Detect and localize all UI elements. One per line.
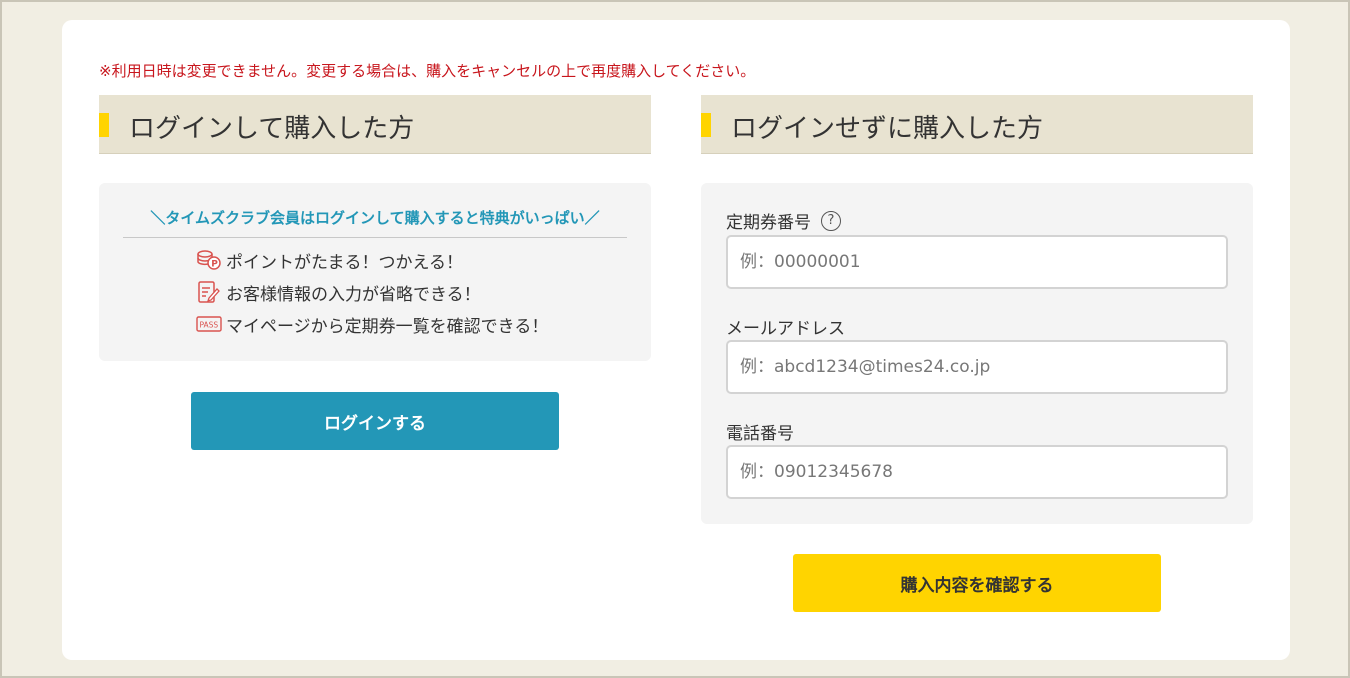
benefit-label: ポイントがたまる！つかえる！: [226, 252, 463, 273]
guest-purchase-heading: ログインせずに購入した方: [701, 95, 1253, 154]
pass-number-label-text: 定期券番号: [726, 213, 811, 233]
svg-text:PASS: PASS: [200, 321, 219, 330]
pass-icon: PASS: [196, 313, 222, 335]
benefit-item-points: P ポイントがたまる！つかえる！: [196, 248, 463, 273]
heading-accent-bar: [99, 113, 109, 137]
confirm-purchase-button[interactable]: 購入内容を確認する: [793, 554, 1161, 612]
form-edit-icon: [196, 281, 222, 303]
notice-text: ※利用日時は変更できません。変更する場合は、購入をキャンセルの上で再度購入してく…: [99, 62, 756, 80]
benefit-item-form: お客様情報の入力が省略できる！: [196, 280, 481, 305]
guest-form: 定期券番号 ? メールアドレス 電話番号: [701, 183, 1253, 524]
pass-number-input[interactable]: [726, 235, 1228, 289]
phone-label: 電話番号: [726, 424, 794, 444]
coin-points-icon: P: [196, 249, 222, 271]
benefits-divider: [123, 237, 627, 238]
benefits-box: ＼タイムズクラブ会員はログインして購入すると特典がいっぱい／ P ポイントがたま…: [99, 183, 651, 361]
help-icon[interactable]: ?: [821, 210, 841, 231]
guest-purchase-title: ログインせずに購入した方: [731, 114, 1044, 144]
email-label: メールアドレス: [726, 319, 845, 339]
benefits-title: ＼タイムズクラブ会員はログインして購入すると特典がいっぱい／: [150, 209, 600, 227]
login-button[interactable]: ログインする: [191, 392, 559, 450]
login-purchase-title: ログインして購入した方: [129, 114, 415, 144]
pass-number-label: 定期券番号 ?: [726, 208, 841, 233]
benefit-label: マイページから定期券一覧を確認できる！: [226, 316, 549, 337]
heading-accent-bar: [701, 113, 711, 137]
phone-input[interactable]: [726, 445, 1228, 499]
svg-text:P: P: [211, 260, 218, 270]
benefit-label: お客様情報の入力が省略できる！: [226, 284, 481, 305]
email-input[interactable]: [726, 340, 1228, 394]
benefit-item-pass: PASS マイページから定期券一覧を確認できる！: [196, 312, 549, 337]
main-card: ※利用日時は変更できません。変更する場合は、購入をキャンセルの上で再度購入してく…: [62, 20, 1290, 660]
login-purchase-heading: ログインして購入した方: [99, 95, 651, 154]
